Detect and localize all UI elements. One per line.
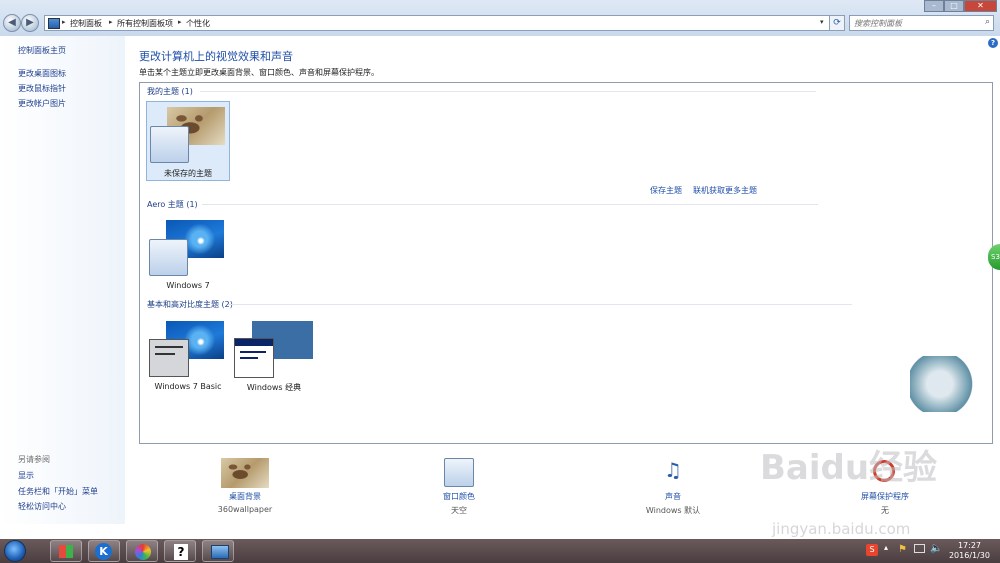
screen-saver-label: 屏幕保护程序 <box>861 492 909 501</box>
search-input[interactable] <box>854 17 972 29</box>
breadcrumb-chevron-icon: ▸ <box>178 18 182 26</box>
theme-label: Windows 经典 <box>246 383 302 392</box>
save-theme-link[interactable]: 保存主题 <box>650 185 682 196</box>
address-bar[interactable]: ▸ 控制面板 ▸ 所有控制面板项 ▸ 个性化 ▾ <box>44 15 844 31</box>
theme-list[interactable]: 我的主题 (1) 未保存的主题 保存主题 联机获取更多主题 Aero 主题 (1… <box>139 82 993 444</box>
sogou-input-icon[interactable]: S <box>866 544 878 556</box>
ease-of-access-link[interactable]: 轻松访问中心 <box>18 501 66 512</box>
page-subtitle: 单击某个主题立即更改桌面背景、窗口颜色、声音和屏幕保护程序。 <box>139 68 379 77</box>
volume-icon[interactable]: 🔈 <box>930 543 942 554</box>
refresh-button[interactable]: ⟳ <box>829 15 845 31</box>
taskbar-color-wheel-icon[interactable] <box>126 540 158 562</box>
sounds-value: Windows 默认 <box>645 506 701 515</box>
theme-windows-7[interactable]: Windows 7 <box>146 215 230 295</box>
my-themes-header: 我的主题 (1) <box>147 87 193 96</box>
desktop-background-label: 桌面背景 <box>229 492 261 501</box>
change-mouse-pointer-link[interactable]: 更改鼠标指针 <box>18 83 66 94</box>
tray-expand-icon[interactable]: ▴ <box>884 543 888 552</box>
taskbar-start-menu-link[interactable]: 任务栏和「开始」菜单 <box>18 486 98 497</box>
theme-color-swatch <box>234 338 274 378</box>
theme-color-swatch <box>149 239 188 276</box>
taskbar-help-icon[interactable]: ? <box>164 540 196 562</box>
minimize-button[interactable]: – <box>924 0 944 12</box>
breadcrumb-chevron-icon: ▸ <box>62 18 66 26</box>
change-desktop-icons-link[interactable]: 更改桌面图标 <box>18 68 66 79</box>
control-panel-home-link[interactable]: 控制面板主页 <box>18 45 66 56</box>
theme-label: 未保存的主题 <box>164 169 212 178</box>
screen-saver-value: 无 <box>881 506 889 515</box>
taskbar: K ? <box>0 539 1000 563</box>
change-account-picture-link[interactable]: 更改帐户图片 <box>18 98 66 109</box>
get-more-themes-link[interactable]: 联机获取更多主题 <box>693 185 757 196</box>
breadcrumb-personalization[interactable]: 个性化 <box>186 18 210 29</box>
baidu-watermark: Baidu经验 <box>760 448 938 488</box>
theme-label: Windows 7 <box>166 281 210 290</box>
taskbar-app-store-icon[interactable] <box>50 540 82 562</box>
left-task-pane: 控制面板主页 更改桌面图标 更改鼠标指针 更改帐户图片 另请参阅 显示 任务栏和… <box>0 36 125 524</box>
theme-label: Windows 7 Basic <box>154 382 222 391</box>
window-color-value: 天空 <box>451 506 467 515</box>
group-divider <box>202 204 818 205</box>
display-link[interactable]: 显示 <box>18 470 34 481</box>
group-divider <box>228 304 852 305</box>
taskbar-control-panel-icon[interactable] <box>202 540 234 562</box>
sound-notes-icon: ♫ <box>664 458 682 482</box>
window-controls: – □ ✕ <box>924 0 997 13</box>
basic-themes-header: 基本和高对比度主题 (2) <box>147 300 233 309</box>
search-icon[interactable]: ⌕ <box>985 17 990 27</box>
forward-button[interactable]: ▶ <box>21 14 39 32</box>
breadcrumb-control-panel[interactable]: 控制面板 <box>70 18 102 29</box>
breadcrumb-all-items[interactable]: 所有控制面板项 <box>117 18 173 29</box>
theme-windows-classic[interactable]: Windows 经典 <box>232 317 316 397</box>
network-icon[interactable] <box>914 544 925 553</box>
maximize-button[interactable]: □ <box>944 0 964 12</box>
aero-themes-header: Aero 主题 (1) <box>147 200 198 209</box>
control-panel-icon <box>48 18 60 29</box>
window-color-label: 窗口颜色 <box>443 492 475 501</box>
theme-color-swatch <box>149 339 189 377</box>
see-also-header: 另请参阅 <box>18 455 50 464</box>
help-icon[interactable]: ? <box>988 38 998 48</box>
search-box[interactable]: ⌕ <box>849 15 994 31</box>
clock-time: 17:27 <box>957 541 982 550</box>
group-divider <box>200 91 816 92</box>
wallpaper-thumbnail-icon <box>221 458 269 488</box>
sounds-label: 声音 <box>665 492 681 501</box>
breadcrumb-chevron-icon: ▸ <box>109 18 113 26</box>
theme-color-swatch <box>150 126 189 163</box>
clock-date: 2016/1/30 <box>948 551 990 560</box>
baidu-watermark-url: jingyan.baidu.com <box>772 520 911 538</box>
address-dropdown-icon[interactable]: ▾ <box>820 18 824 26</box>
desktop-gadget-image <box>910 356 976 412</box>
window-color-icon <box>444 458 474 487</box>
desktop-background-value: 360wallpaper <box>217 505 273 514</box>
close-button[interactable]: ✕ <box>964 0 997 12</box>
action-center-flag-icon[interactable]: ⚑ <box>898 544 907 555</box>
taskbar-k-app-icon[interactable]: K <box>88 540 120 562</box>
back-button[interactable]: ◀ <box>3 14 21 32</box>
start-button-windows-icon[interactable] <box>4 540 26 562</box>
system-clock[interactable]: 17:27 2016/1/30 <box>949 541 990 561</box>
page-title: 更改计算机上的视觉效果和声音 <box>139 50 293 63</box>
theme-unsaved[interactable]: 未保存的主题 <box>146 101 230 181</box>
theme-windows-7-basic[interactable]: Windows 7 Basic <box>146 317 230 397</box>
